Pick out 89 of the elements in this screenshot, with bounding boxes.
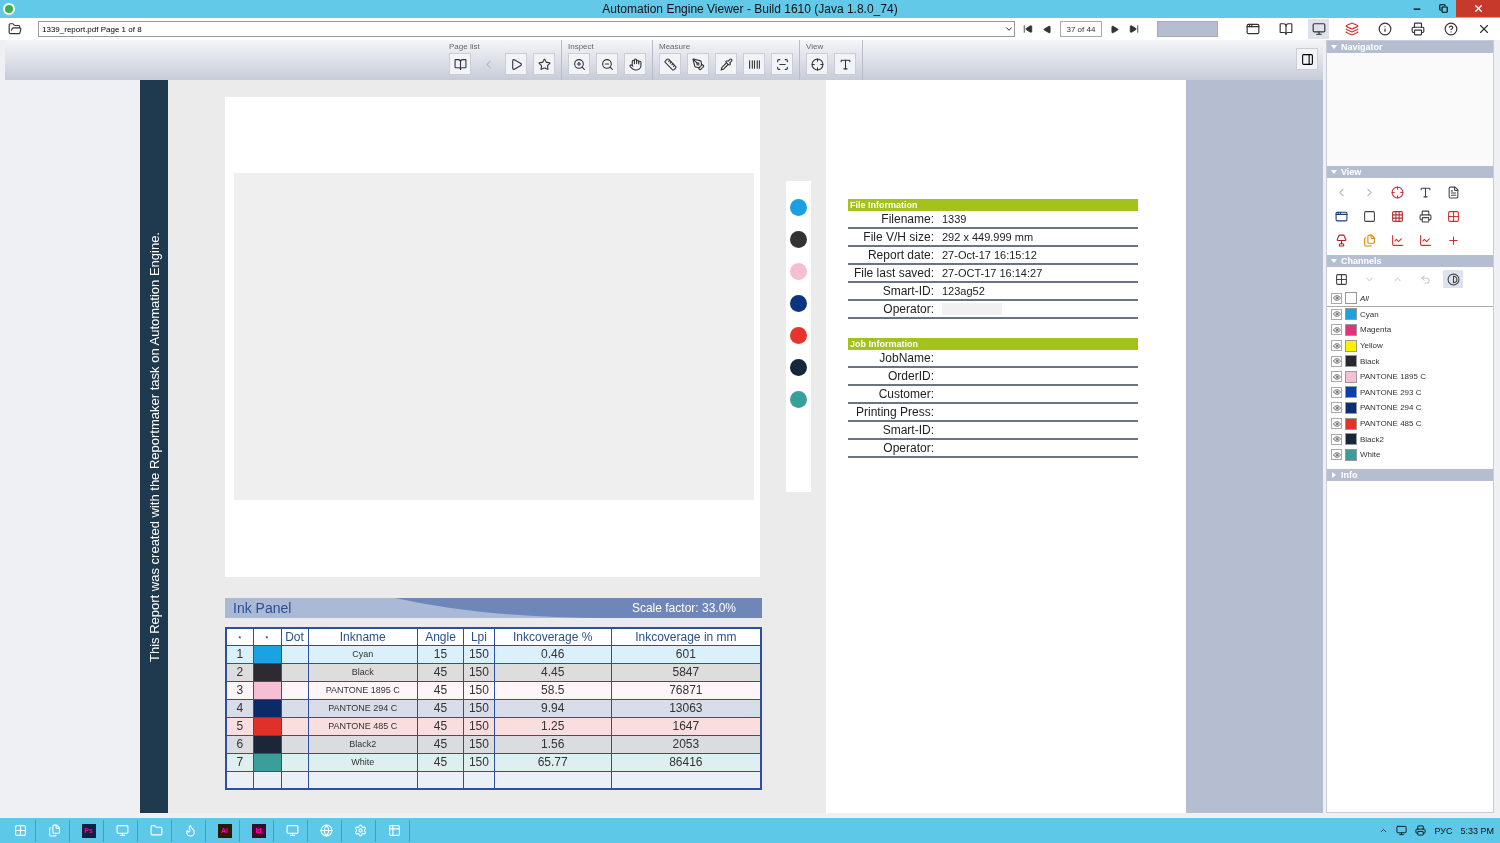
eye-icon[interactable]	[1331, 402, 1342, 414]
next-icon[interactable]	[505, 53, 527, 75]
restore-icon	[1438, 4, 1448, 13]
field-label: Report date:	[866, 248, 934, 262]
barcode-icon[interactable]	[743, 53, 765, 75]
channel-name[interactable]: PANTONE 485 C	[1360, 419, 1422, 429]
zoom-in-icon[interactable]	[568, 53, 590, 75]
field-value: 123ag52	[942, 285, 985, 297]
channel-name[interactable]: PANTONE 294 C	[1360, 403, 1422, 413]
collapse-triangle-icon	[1331, 169, 1337, 175]
field-label: Smart-ID:	[881, 423, 934, 437]
page-field[interactable]: 37 of 44	[1059, 21, 1102, 37]
group-label: Page list	[449, 42, 481, 51]
column-header: Dot	[281, 628, 308, 645]
clock[interactable]: 5:33 PM	[1460, 825, 1494, 836]
expand-triangle-icon	[1331, 471, 1337, 478]
pen-icon[interactable]	[687, 53, 709, 75]
book-icon[interactable]	[449, 53, 471, 75]
eye-icon[interactable]	[1331, 324, 1342, 336]
crosshair-icon[interactable]	[806, 53, 828, 75]
panel-icon[interactable]	[1296, 48, 1318, 70]
window-title: Automation Engine Viewer - Build 1610 (Java 1.8.0_74)	[602, 2, 898, 16]
channel-name[interactable]: PANTONE 1895 C	[1360, 372, 1426, 382]
section-header: Job Information	[848, 338, 1138, 350]
eye-icon[interactable]	[1331, 292, 1342, 304]
side-note: This Report was created with the Reportmaker task on Automation Engine.	[146, 231, 162, 662]
eye-icon[interactable]	[1331, 340, 1342, 352]
open-folder-icon[interactable]	[6, 22, 24, 36]
monitor-icon[interactable]	[1308, 19, 1330, 39]
field-label: File last saved:	[852, 266, 934, 280]
collapse-triangle-icon	[1331, 258, 1337, 264]
group-label: Inspect	[568, 42, 595, 51]
field-label: Customer:	[877, 387, 934, 401]
last-page-icon[interactable]	[1127, 24, 1141, 34]
previous-page-icon[interactable]	[1040, 24, 1054, 34]
channel-name[interactable]: Black2	[1360, 434, 1384, 444]
field-value: 292 x 449.999 mm	[942, 231, 1034, 243]
scan-icon[interactable]	[771, 53, 793, 75]
field-label: Operator:	[882, 302, 934, 316]
app-icon	[3, 3, 15, 15]
eye-icon[interactable]	[1331, 371, 1342, 383]
channel-name[interactable]: PANTONE 293 C	[1360, 387, 1422, 397]
field-label: File V/H size:	[862, 230, 934, 244]
column-header: Lpi	[463, 628, 495, 645]
column-header: Inkname	[308, 628, 418, 645]
eye-icon[interactable]	[1331, 386, 1342, 398]
next-page-icon[interactable]	[1108, 24, 1121, 34]
column-header: ⋆	[226, 628, 253, 645]
channel-name[interactable]: All	[1360, 293, 1369, 303]
column-header: Inkcoverage %	[494, 628, 612, 645]
document-dropdown[interactable]: 1339_report.pdf Page 1 of 8	[38, 21, 1015, 37]
group-label: Measure	[659, 42, 692, 51]
ink-panel-title: Ink Panel	[233, 600, 292, 616]
eye-icon[interactable]	[1331, 308, 1342, 320]
section-header: File Information	[848, 199, 1138, 211]
zoom-out-icon[interactable]	[596, 53, 618, 75]
field-label: Printing Press:	[854, 405, 934, 419]
column-header: Inkcoverage in mm	[611, 628, 761, 645]
pipette-icon[interactable]	[715, 53, 737, 75]
column-header: ⋆	[253, 628, 281, 645]
field-label: JobName:	[878, 351, 934, 365]
color-field[interactable]	[1157, 21, 1219, 37]
group-label: View	[806, 42, 825, 51]
field-value: 1339	[942, 213, 967, 225]
close-icon	[1472, 3, 1484, 14]
channel-name[interactable]: White	[1360, 450, 1381, 460]
eye-icon[interactable]	[1331, 433, 1342, 445]
field-label: Operator:	[882, 441, 934, 455]
field-value: 27-OCT-17 16:14:27	[942, 267, 1043, 279]
channel-name[interactable]: Yellow	[1360, 341, 1383, 351]
field-value: 27-Oct-17 16:15:12	[942, 249, 1037, 261]
field-label: Smart-ID:	[881, 284, 934, 298]
hand-icon[interactable]	[624, 53, 646, 75]
letter-icon[interactable]	[834, 53, 856, 75]
collapse-triangle-icon	[1331, 44, 1337, 50]
eye-icon[interactable]	[1331, 355, 1342, 367]
field-label: OrderID:	[887, 369, 934, 383]
channel-name[interactable]: Cyan	[1360, 309, 1379, 319]
ruler-icon[interactable]	[659, 53, 681, 75]
scale-factor: Scale factor: 33.0%	[631, 601, 736, 615]
printer-icon[interactable]	[1415, 825, 1427, 836]
language-indicator[interactable]: РУС	[1434, 825, 1453, 836]
channel-name[interactable]: Black	[1360, 356, 1380, 366]
field-label: Filename:	[880, 212, 934, 226]
eye-icon[interactable]	[1331, 449, 1342, 461]
contrast-icon[interactable]	[1443, 270, 1463, 288]
eye-icon[interactable]	[1331, 418, 1342, 430]
channel-name[interactable]: Magenta	[1360, 325, 1392, 335]
column-header: Angle	[417, 628, 464, 645]
